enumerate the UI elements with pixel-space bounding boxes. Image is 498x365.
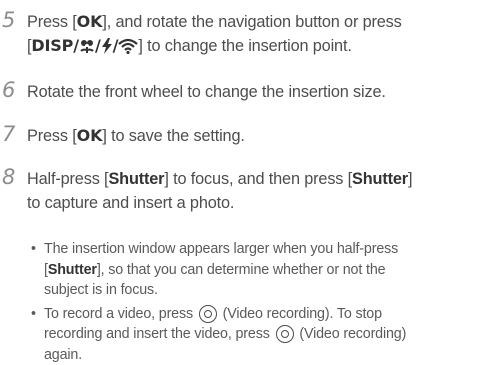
list-line: subject is in focus. <box>44 280 494 301</box>
shutter-button-label: Shutter <box>352 170 408 188</box>
ok-button-label: OK <box>77 12 103 31</box>
text-run: ], and rotate the navigation button or p… <box>102 13 401 31</box>
text-run: recording and insert the video, press <box>44 326 274 342</box>
video-record-icon <box>276 325 294 343</box>
list-line: The insertion window appears larger when… <box>44 239 494 260</box>
text-run: ] <box>408 170 412 188</box>
step-number: 6 <box>2 78 15 102</box>
text-run: (Video recording) <box>296 326 407 342</box>
step-text: [DISP///] to change the insertion point. <box>27 34 496 61</box>
step-text: to capture and insert a photo. <box>27 191 496 215</box>
video-record-icon <box>199 305 217 323</box>
list-line: To record a video, press (Video recordin… <box>44 304 494 325</box>
step-text: Press [OK] to save the setting. <box>27 124 496 148</box>
list-line: again. <box>44 345 494 365</box>
text-run: Press [ <box>27 13 77 31</box>
list-line: [Shutter], so that you can determine whe… <box>44 260 494 281</box>
text-run: ], so that you can determine whether or … <box>97 262 386 278</box>
step-number: 8 <box>2 165 15 189</box>
step-text: Press [OK], and rotate the navigation bu… <box>27 10 496 34</box>
manual-page: 5 Press [OK], and rotate the navigation … <box>0 0 498 353</box>
step-text: Half-press [Shutter] to focus, and then … <box>27 167 496 191</box>
text-run: ] to focus, and then press [ <box>164 170 352 188</box>
text-run: Half-press [ <box>27 170 108 188</box>
disp-button-label: DISP <box>31 36 73 55</box>
shutter-button-label: Shutter <box>108 170 164 188</box>
step-number: 7 <box>2 122 15 146</box>
shutter-button-label: Shutter <box>48 262 97 278</box>
text-run: Press [ <box>27 127 77 145</box>
list-line: recording and insert the video, press (V… <box>44 324 494 345</box>
text-run: ] to change the insertion point. <box>138 37 351 55</box>
wifi-icon <box>118 37 138 61</box>
macro-flower-icon <box>79 37 95 61</box>
bullet-marker: • <box>31 239 36 260</box>
flash-bolt-icon <box>101 37 113 61</box>
step-text: Rotate the front wheel to change the ins… <box>27 80 496 104</box>
text-run: To record a video, press <box>44 306 197 322</box>
text-run: (Video recording). To stop <box>219 306 382 322</box>
step-number: 5 <box>2 8 15 32</box>
text-run: ] to save the setting. <box>102 127 244 145</box>
bullet-marker: • <box>31 304 36 325</box>
ok-button-label: OK <box>77 126 103 145</box>
list-item: • To record a video, press (Video record… <box>29 304 494 365</box>
list-item: • The insertion window appears larger wh… <box>29 239 494 301</box>
note-list: • The insertion window appears larger wh… <box>29 239 494 365</box>
